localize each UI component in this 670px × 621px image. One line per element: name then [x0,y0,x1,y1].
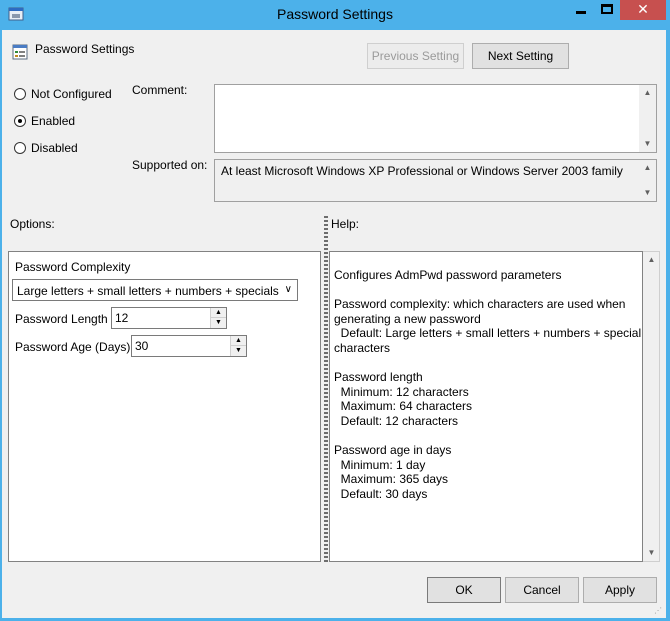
password-age-label: Password Age (Days) [15,340,131,354]
scroll-up-icon[interactable]: ▲ [639,85,656,101]
password-length-stepper[interactable]: 12 ▲ ▼ [111,307,227,329]
help-panel: Configures AdmPwd password parameters Pa… [329,251,643,562]
next-setting-button[interactable]: Next Setting [472,43,569,69]
policy-setting-icon [12,44,28,60]
cancel-button[interactable]: Cancel [505,577,579,603]
ok-button[interactable]: OK [427,577,501,603]
maximize-button[interactable] [594,0,620,20]
radio-circle[interactable] [14,88,26,100]
scroll-up-icon[interactable]: ▲ [643,252,660,268]
options-label: Options: [10,217,55,231]
scroll-down-icon[interactable]: ▼ [643,545,660,561]
radio-disabled[interactable]: Disabled [14,140,94,156]
password-complexity-value: Large letters + small letters + numbers … [17,284,279,298]
stepper-buttons: ▲ ▼ [210,308,226,328]
title-bar[interactable]: Password Settings ✕ [0,0,670,30]
radio-selected-dot [18,119,22,123]
setting-name: Password Settings [35,42,135,56]
comment-scrollbar[interactable]: ▲ ▼ [639,85,656,152]
stepper-buttons: ▲ ▼ [230,336,246,356]
comment-input[interactable]: ▲ ▼ [214,84,657,153]
password-length-label: Password Length [15,312,108,326]
radio-not-configured[interactable]: Not Configured [14,86,124,102]
close-button[interactable]: ✕ [620,0,666,20]
supported-on-field[interactable]: At least Microsoft Windows XP Profession… [214,159,657,202]
comment-label: Comment: [132,83,188,97]
stepper-up-icon[interactable]: ▲ [231,336,246,346]
radio-circle[interactable] [14,142,26,154]
help-scrollbar[interactable]: ▲ ▼ [643,251,660,562]
previous-setting-button[interactable]: Previous Setting [367,43,464,69]
stepper-down-icon[interactable]: ▼ [231,346,246,356]
password-complexity-label: Password Complexity [15,260,131,274]
chevron-down-icon[interactable]: ∨ [285,284,292,295]
dialog-window: Password Settings ✕ Password Settings Pr… [0,0,670,621]
radio-label: Enabled [31,114,76,128]
maximize-icon [601,4,613,14]
password-complexity-dropdown[interactable]: Large letters + small letters + numbers … [12,279,298,301]
close-icon: ✕ [637,1,649,17]
supported-scrollbar[interactable]: ▲ ▼ [639,160,656,201]
help-label: Help: [331,217,360,231]
dialog-body: Password Settings Previous Setting Next … [2,30,666,618]
radio-label: Disabled [31,141,78,155]
minimize-icon [576,11,586,14]
supported-on-value: At least Microsoft Windows XP Profession… [221,164,623,178]
password-age-stepper[interactable]: 30 ▲ ▼ [131,335,247,357]
apply-button[interactable]: Apply [583,577,657,603]
stepper-up-icon[interactable]: ▲ [211,308,226,318]
pane-splitter[interactable] [324,216,328,562]
supported-on-label: Supported on: [132,158,208,172]
help-text: Configures AdmPwd password parameters Pa… [334,268,642,501]
password-length-value[interactable]: 12 [115,311,128,325]
scroll-down-icon[interactable]: ▼ [639,185,656,201]
password-age-value[interactable]: 30 [135,339,148,353]
minimize-button[interactable] [568,0,594,20]
radio-label: Not Configured [31,87,112,101]
scroll-up-icon[interactable]: ▲ [639,160,656,176]
radio-circle[interactable] [14,115,26,127]
radio-enabled[interactable]: Enabled [14,113,94,129]
scroll-down-icon[interactable]: ▼ [639,136,656,152]
resize-grip-icon[interactable]: ⋰ [654,606,664,616]
stepper-down-icon[interactable]: ▼ [211,318,226,328]
